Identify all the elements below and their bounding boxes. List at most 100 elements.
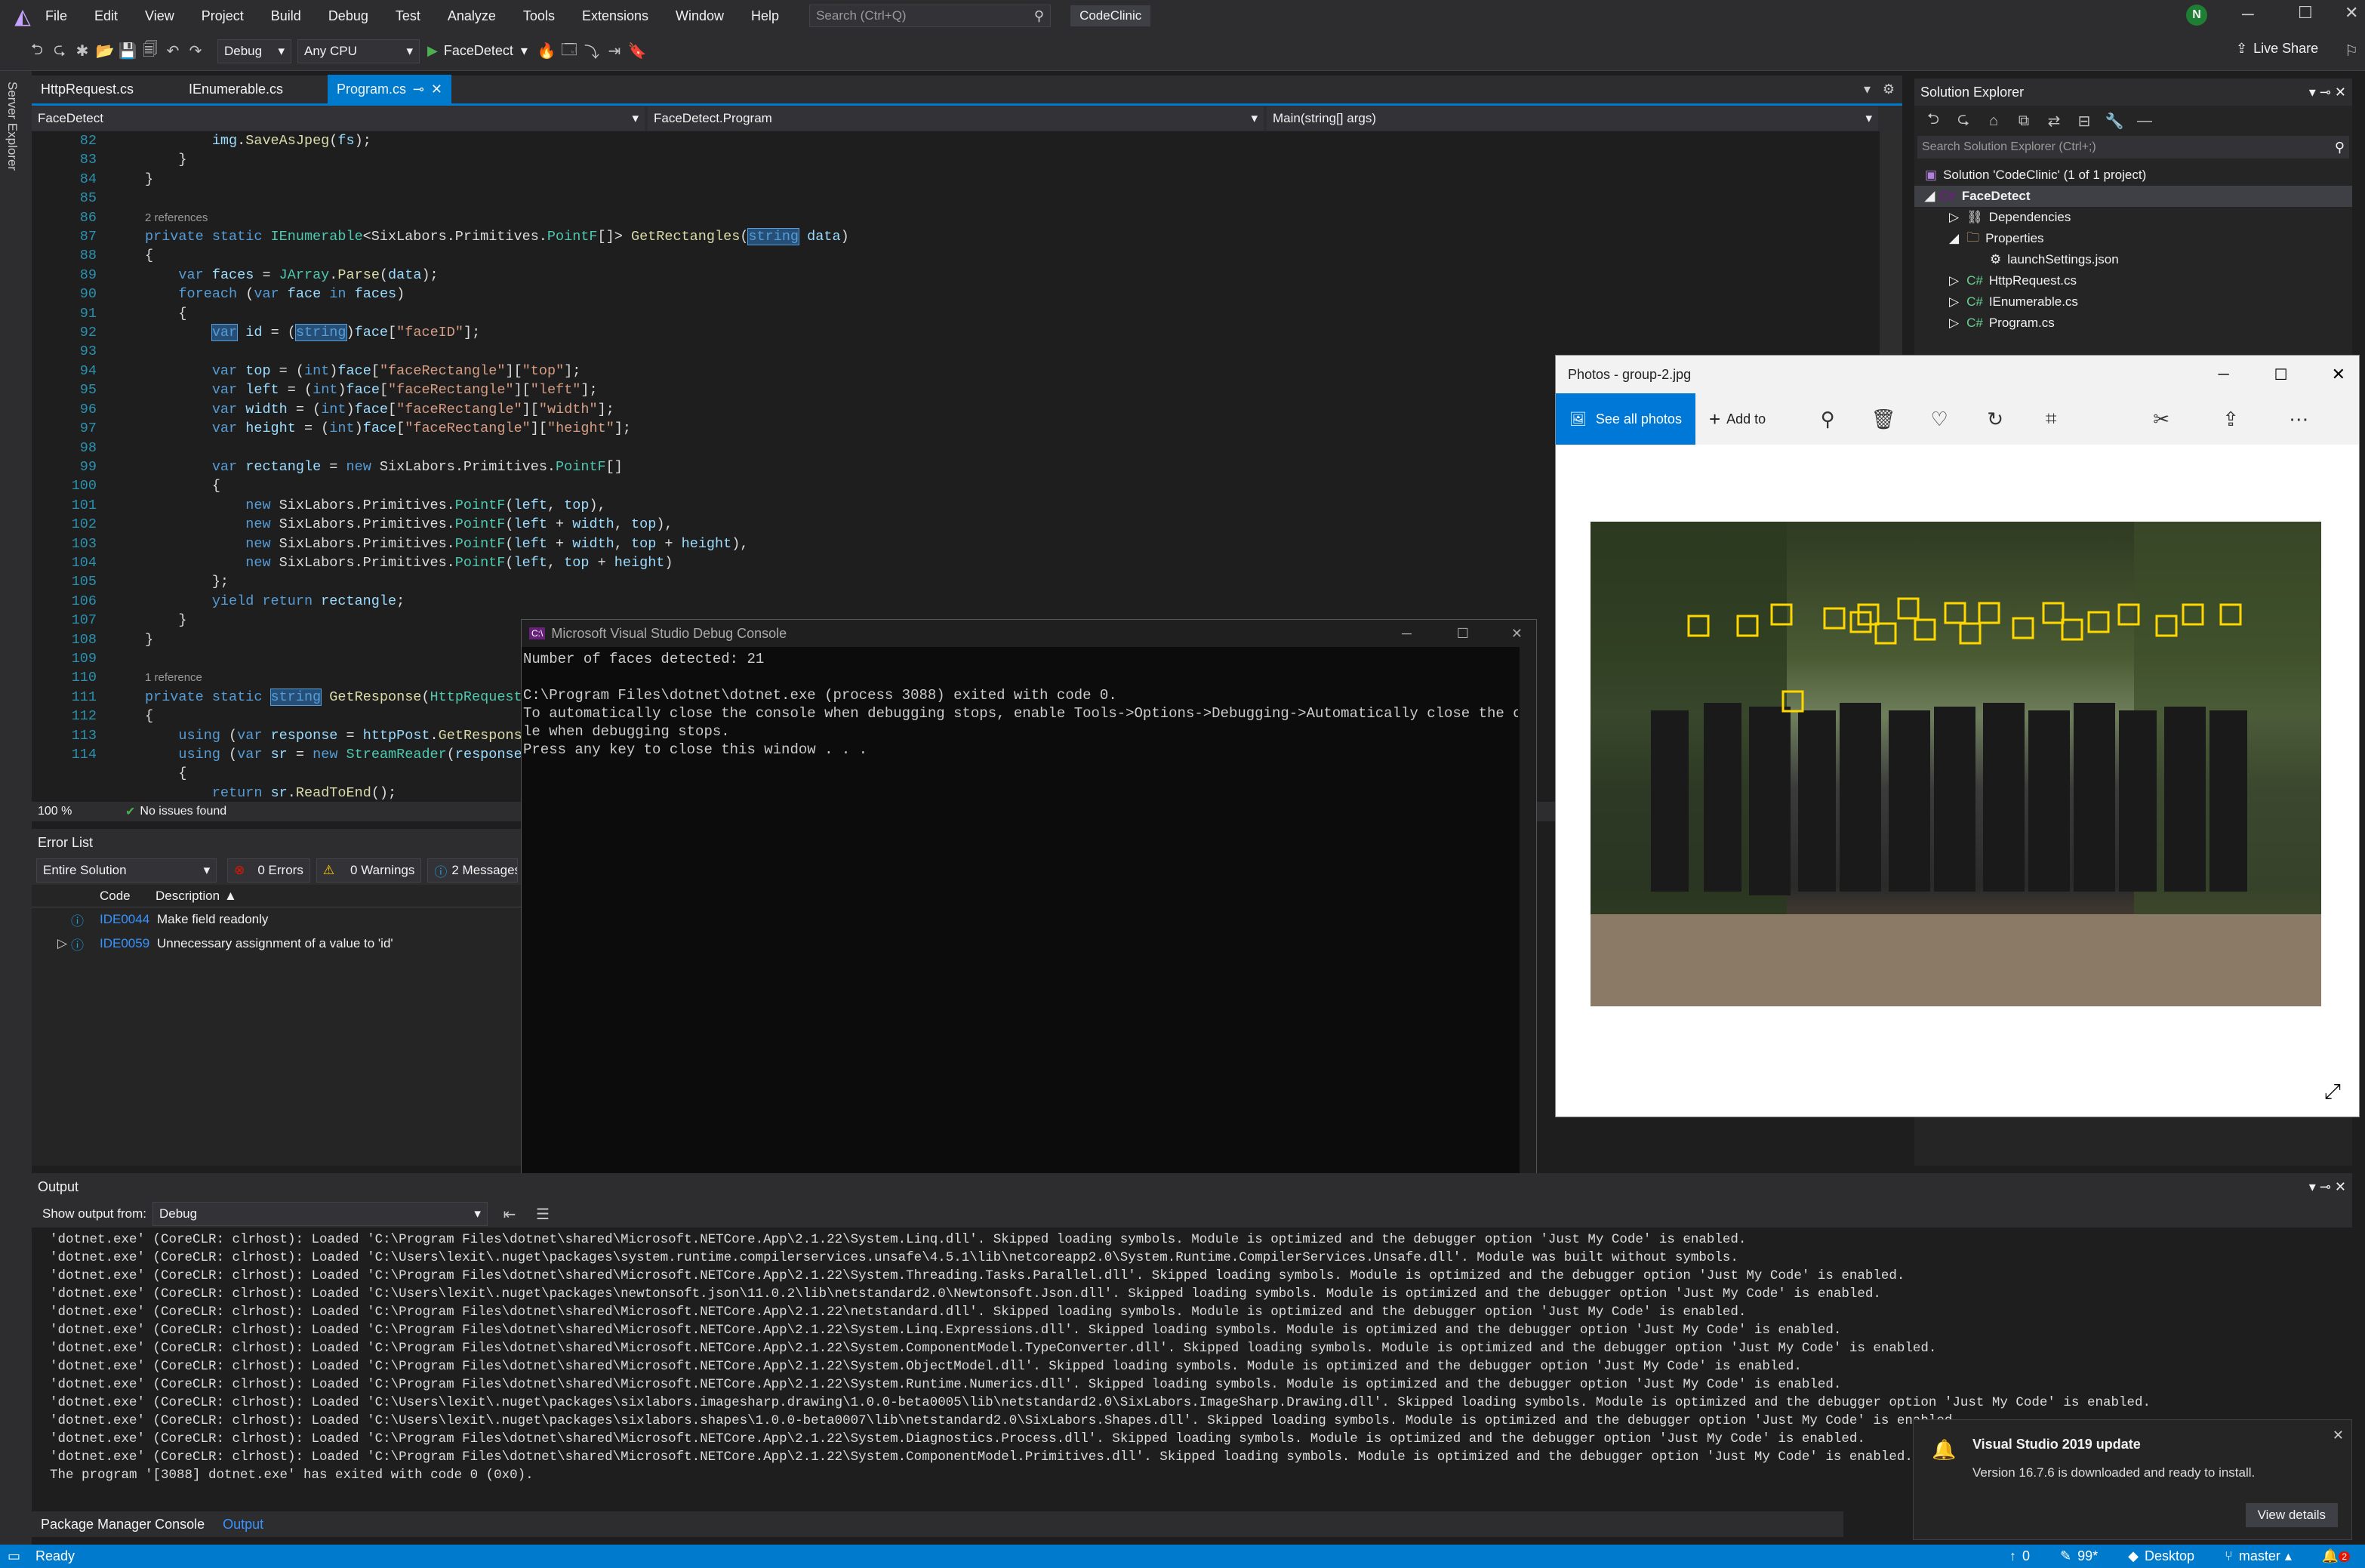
code-lens-refs[interactable]: 2 references	[145, 211, 208, 224]
menu-item-help[interactable]: Help	[751, 8, 779, 24]
notifications-button[interactable]: 🔔 2	[2322, 1548, 2350, 1564]
back-icon[interactable]: ⮌	[1922, 109, 1945, 132]
close-window-button[interactable]: ✕	[1511, 626, 1523, 642]
menu-item-extensions[interactable]: Extensions	[582, 8, 648, 24]
error-code-link[interactable]: IDE0044	[100, 912, 157, 927]
solution-search[interactable]: Search Solution Explorer (Ctrl+;) ⚲	[1917, 136, 2349, 159]
save-icon[interactable]: 💾	[116, 40, 139, 63]
tab-httprequest[interactable]: HttpRequest.cs	[32, 75, 180, 105]
menu-item-project[interactable]: Project	[202, 8, 244, 24]
table-row[interactable]: ▷ ⓘ IDE0059 Unnecessary assignment of a …	[32, 932, 522, 956]
menu-item-view[interactable]: View	[145, 8, 174, 24]
column-description[interactable]: Description	[156, 889, 220, 904]
view-details-button[interactable]: View details	[2245, 1503, 2338, 1527]
flame-icon[interactable]: 🔥	[535, 40, 558, 63]
forward-icon[interactable]: ⮎	[1952, 109, 1975, 132]
menu-item-debug[interactable]: Debug	[328, 8, 368, 24]
maximize-window-button[interactable]: ☐	[1457, 626, 1469, 642]
table-row[interactable]: ⓘ IDE0044 Make field readonly	[32, 907, 522, 932]
member-dropdown[interactable]: Main(string[] args) ▾	[1267, 106, 1878, 131]
code-lens-refs[interactable]: 1 reference	[145, 671, 202, 684]
switch-views-icon[interactable]: ⧉	[2012, 109, 2035, 132]
close-window-button[interactable]: ✕	[2345, 3, 2358, 23]
menu-item-build[interactable]: Build	[271, 8, 301, 24]
properties-icon[interactable]: 🔧	[2103, 109, 2126, 132]
console-scrollbar[interactable]	[1520, 647, 1536, 1195]
bookmark-icon[interactable]: 🔖	[626, 40, 648, 63]
tab-package-manager[interactable]: Package Manager Console	[32, 1509, 214, 1539]
scope-dropdown[interactable]: Entire Solution ▾	[36, 858, 217, 883]
delete-icon[interactable]: 🗑	[1868, 408, 1898, 431]
back-icon[interactable]: ⮌	[26, 40, 48, 63]
tree-item-program[interactable]: ▷ C# Program.cs	[1914, 313, 2352, 334]
tree-item-solution[interactable]: ▣ Solution 'CodeClinic' (1 of 1 project)	[1914, 165, 2352, 186]
crop-icon[interactable]: ⌗	[2036, 407, 2066, 431]
output-source-dropdown[interactable]: Debug ▾	[152, 1202, 488, 1226]
minimize-window-button[interactable]: ─	[2218, 366, 2228, 384]
tree-item-dependencies[interactable]: ▷ ⛓ Dependencies	[1914, 207, 2352, 228]
tree-item-properties[interactable]: ◢ 🗀 Properties	[1914, 228, 2352, 249]
menu-item-edit[interactable]: Edit	[94, 8, 118, 24]
expand-icon[interactable]: ▷	[57, 936, 71, 951]
platform-select[interactable]: Any CPU ▾	[297, 39, 420, 63]
add-to-button[interactable]: + Add to	[1709, 408, 1766, 431]
pin-icon[interactable]: ▾ ⊸ ✕	[2309, 85, 2346, 100]
user-avatar[interactable]: N	[2186, 5, 2207, 26]
tree-item-ienumerable[interactable]: ▷ C# IEnumerable.cs	[1914, 291, 2352, 313]
zoom-icon[interactable]: ⚲	[1812, 408, 1843, 431]
minus-icon[interactable]: —	[2133, 109, 2156, 132]
search-box[interactable]: Search (Ctrl+Q) ⚲	[809, 5, 1052, 27]
tab-program[interactable]: Program.cs ⊸ ✕	[328, 74, 451, 105]
close-window-button[interactable]: ✕	[2332, 365, 2345, 384]
browser-link-icon[interactable]: 🗔	[558, 40, 580, 63]
rotate-icon[interactable]: ↻	[1980, 408, 2010, 431]
zoom-level[interactable]: 100 %	[38, 805, 98, 818]
server-explorer-strip[interactable]: Server Explorer	[0, 71, 32, 1545]
menu-item-analyze[interactable]: Analyze	[448, 8, 496, 24]
tab-ienumerable[interactable]: IEnumerable.cs	[180, 75, 328, 105]
indent-icon[interactable]: ⇥	[603, 40, 626, 63]
edit-icon[interactable]: ✂	[2146, 408, 2176, 431]
feedback-icon[interactable]: ⚐	[2340, 39, 2363, 62]
warnings-filter[interactable]: ⚠ 0 Warnings	[316, 858, 422, 883]
menu-item-tools[interactable]: Tools	[523, 8, 555, 24]
messages-filter[interactable]: ⓘ 2 Messages	[427, 858, 518, 883]
tab-overflow-icon[interactable]: ▾	[1864, 82, 1871, 97]
tree-item-project[interactable]: ◢ C# FaceDetect	[1914, 186, 2352, 207]
class-dropdown[interactable]: FaceDetect.Program ▾	[648, 106, 1264, 131]
menu-item-window[interactable]: Window	[676, 8, 724, 24]
error-code-link[interactable]: IDE0059	[100, 936, 157, 951]
issues-label[interactable]: No issues found	[140, 805, 226, 818]
sync-icon[interactable]: ⇄	[2043, 109, 2065, 132]
redo-icon[interactable]: ↷	[184, 40, 207, 63]
tree-item-launchsettings[interactable]: ⚙ launchSettings.json	[1914, 249, 2352, 270]
push-count[interactable]: ↑ 0	[2009, 1548, 2030, 1564]
more-icon[interactable]: ⋯	[2283, 408, 2314, 431]
undo-icon[interactable]: ↶	[162, 40, 184, 63]
open-folder-icon[interactable]: 📂	[94, 40, 116, 63]
tab-output[interactable]: Output	[214, 1509, 273, 1539]
step-icon[interactable]: ⤵	[580, 40, 603, 63]
minimize-window-button[interactable]: ─	[1402, 626, 1412, 642]
wrap-icon[interactable]: ☰	[531, 1203, 554, 1225]
pin-icon[interactable]: ⊸	[413, 82, 424, 97]
save-all-icon[interactable]: 🗐	[139, 40, 162, 63]
config-select[interactable]: Debug ▾	[217, 39, 291, 63]
maximize-window-button[interactable]: ☐	[2298, 3, 2313, 23]
collapse-icon[interactable]: ⊟	[2073, 109, 2096, 132]
branch-selector[interactable]: ⑂ master ▴	[2225, 1548, 2292, 1564]
minimize-window-button[interactable]: ─	[2242, 5, 2254, 24]
see-all-photos-button[interactable]: 🖼 See all photos	[1556, 393, 1695, 445]
panel-controls-icon[interactable]: ▾ ⊸ ✕	[2309, 1179, 2346, 1195]
close-tab-icon[interactable]: ✕	[431, 82, 442, 97]
live-share-button[interactable]: ⇪ Live Share	[2236, 41, 2318, 57]
repository-selector[interactable]: ◆ Desktop	[2128, 1548, 2194, 1564]
close-toast-icon[interactable]: ✕	[2333, 1428, 2344, 1443]
maximize-window-button[interactable]: ☐	[2274, 365, 2288, 384]
clear-icon[interactable]: ⇤	[498, 1203, 521, 1225]
errors-filter[interactable]: ⊗ 0 Errors	[227, 858, 310, 883]
pending-changes[interactable]: ✎ 99*	[2060, 1548, 2098, 1564]
home-icon[interactable]: ⌂	[1982, 109, 2005, 132]
forward-icon[interactable]: ⮎	[48, 40, 71, 63]
column-code[interactable]: Code	[100, 889, 156, 904]
